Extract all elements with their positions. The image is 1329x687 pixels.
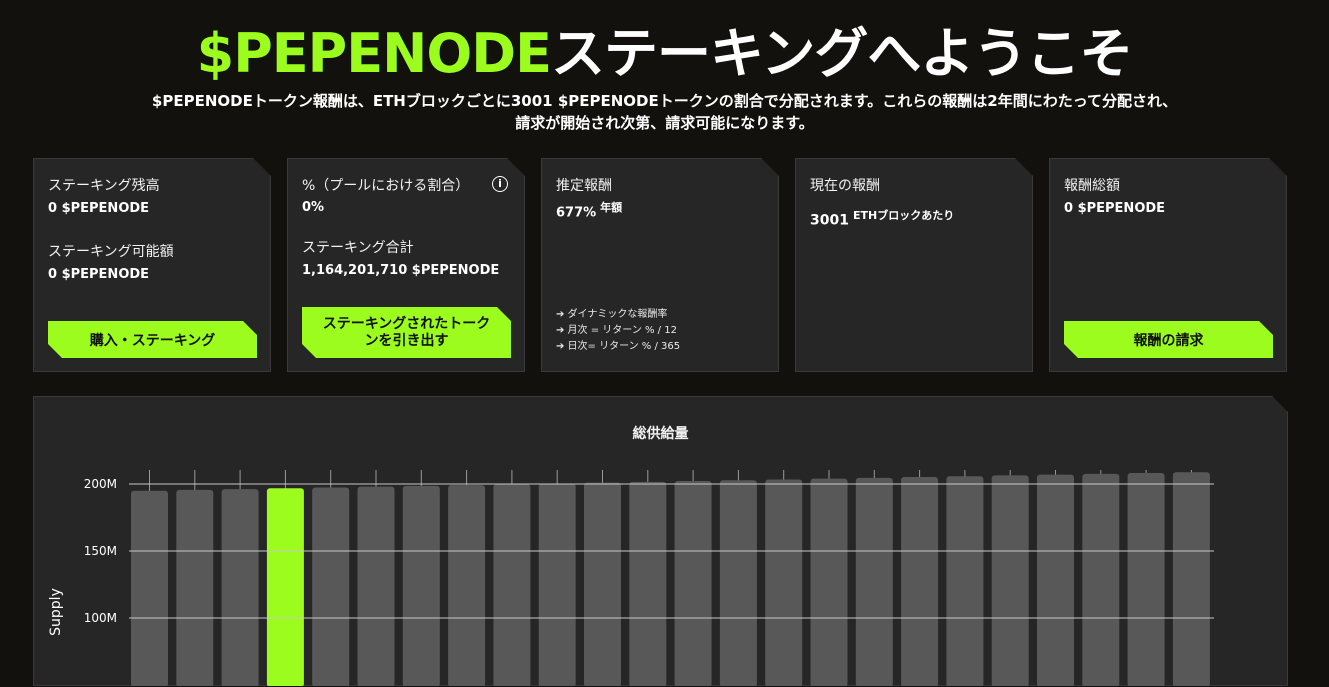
reward-notes: ➔ ダイナミックな報酬率 ➔ 月次 = リターン % / 12 ➔ 日次= リタ… (556, 307, 680, 355)
supply-chart: 100M 150M 200M Supply (34, 397, 1289, 687)
chart-bar[interactable] (176, 490, 213, 687)
hero-subtitle: $PEPENODEトークン報酬は、ETHブロックごとに3001 $PEPENOD… (151, 92, 1178, 132)
brand-name: $PEPENODE (196, 22, 552, 85)
current-rewards-unit: ETHブロックあたり (852, 209, 955, 222)
reward-note: ➔ 日次= リターン % / 365 (556, 341, 681, 352)
chart-bar[interactable] (312, 487, 349, 687)
chart-y-axis-label: Supply (48, 588, 64, 636)
chart-bar-current[interactable] (267, 488, 304, 687)
chart-bar[interactable] (448, 485, 485, 687)
pool-share-value: 0% (302, 200, 325, 215)
chart-bar[interactable] (629, 482, 666, 687)
claim-rewards-button[interactable]: 報酬の請求 (1064, 321, 1273, 358)
title-text: ステーキングへようこそ (550, 22, 1133, 85)
chart-bar[interactable] (720, 480, 757, 687)
estimated-rate-unit: 年額 (600, 201, 623, 214)
chart-bar[interactable] (539, 483, 576, 687)
staking-balance-label: ステーキング残高 (48, 178, 160, 194)
chart-bar[interactable] (403, 486, 440, 687)
current-rewards-number: 3001 (810, 212, 849, 229)
chart-bar[interactable] (856, 478, 893, 687)
estimated-rewards-label: 推定報酬 (556, 178, 612, 194)
chart-bar[interactable] (811, 479, 848, 687)
staking-available-label: ステーキング可能額 (48, 244, 174, 260)
reward-note: ➔ 月次 = リターン % / 12 (556, 325, 677, 336)
chart-bar[interactable] (765, 479, 802, 687)
chart-y-tick-label: 100M (84, 611, 117, 625)
chart-y-tick-label: 150M (84, 544, 117, 558)
current-rewards-label: 現在の報酬 (810, 178, 880, 194)
staking-available-value: 0 $PEPENODE (48, 267, 150, 282)
chart-bar[interactable] (1037, 475, 1074, 687)
pool-share-card: %（プールにおける割合） i 0% ステーキング合計 1,164,201,710… (287, 158, 525, 372)
info-icon[interactable]: i (492, 176, 508, 192)
chart-y-tick-label: 200M (84, 477, 117, 491)
chart-bar[interactable] (222, 489, 259, 687)
chart-bar[interactable] (584, 483, 621, 687)
reward-note: ➔ ダイナミックな報酬率 (556, 309, 668, 320)
chart-bar[interactable] (992, 475, 1029, 687)
total-rewards-card: 報酬総額 0 $PEPENODE 報酬の請求 (1049, 158, 1287, 372)
staking-balance-card: ステーキング残高 0 $PEPENODE ステーキング可能額 0 $PEPENO… (33, 158, 271, 372)
total-rewards-value: 0 $PEPENODE (1064, 201, 1166, 216)
estimated-rate: 677% (556, 205, 597, 221)
chart-bar[interactable] (358, 487, 395, 687)
estimated-rewards-card: 推定報酬 677% 年額 ➔ ダイナミックな報酬率 ➔ 月次 = リターン % /… (541, 158, 779, 372)
page-title: $PEPENODEステーキングへようこそ (0, 22, 1329, 86)
buy-and-stake-button[interactable]: 購入・ステーキング (48, 321, 257, 358)
chart-bar[interactable] (1082, 474, 1119, 687)
supply-chart-panel: 総供給量 100M 150M 200M Supply (33, 396, 1288, 686)
total-rewards-label: 報酬総額 (1064, 178, 1120, 194)
chart-bar[interactable] (675, 481, 712, 687)
chart-bar[interactable] (131, 491, 168, 687)
withdraw-staked-button[interactable]: ステーキングされたトークンを引き出す (302, 307, 511, 358)
total-staked-value: 1,164,201,710 $PEPENODE (302, 263, 500, 278)
chart-bar[interactable] (1173, 472, 1210, 687)
chart-bar[interactable] (493, 484, 530, 687)
current-rewards-card: 現在の報酬 3001 ETHブロックあたり (795, 158, 1033, 372)
chart-bar[interactable] (946, 476, 983, 687)
total-staked-label: ステーキング合計 (302, 240, 414, 256)
staking-balance-value: 0 $PEPENODE (48, 201, 150, 216)
current-rewards-value: 3001 ETHブロックあたり (810, 207, 954, 229)
estimated-rewards-value: 677% 年額 (556, 199, 622, 220)
pool-share-label: %（プールにおける割合） (302, 178, 470, 194)
chart-bar[interactable] (1128, 473, 1165, 687)
chart-bar[interactable] (901, 477, 938, 687)
